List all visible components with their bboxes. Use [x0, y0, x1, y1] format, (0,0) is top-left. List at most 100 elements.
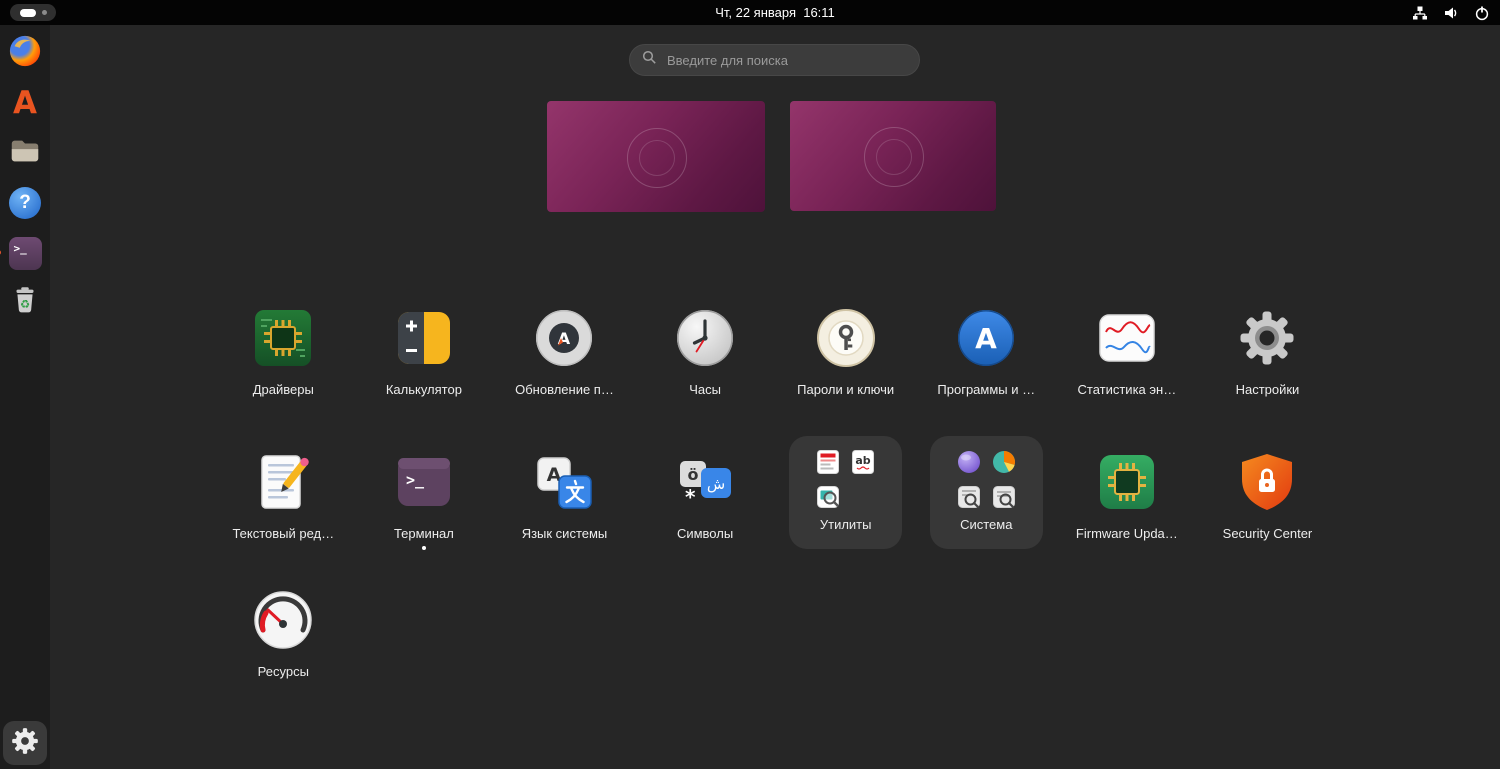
power-statistics-icon	[1095, 306, 1159, 370]
running-indicator-dot	[421, 546, 426, 550]
app-grid-row-2: Текстовый ред… >_ Терминал A Язык систем…	[213, 436, 1338, 582]
dock-item-trash[interactable]: ♻	[6, 284, 44, 322]
clock[interactable]: Чт, 22 января 16:11	[715, 5, 835, 20]
firefox-icon	[8, 34, 42, 73]
trash-icon: ♻	[8, 284, 42, 323]
app-label: Обновление п…	[515, 382, 614, 397]
system-monitor-mini-icon	[991, 484, 1017, 510]
app-settings[interactable]: Настройки	[1197, 306, 1338, 438]
app-software-updater[interactable]: A Обновление п…	[494, 306, 635, 438]
app-label: Терминал	[393, 526, 454, 541]
app-power-statistics[interactable]: Статистика эн…	[1057, 306, 1198, 438]
workspace-indicator[interactable]	[10, 4, 56, 21]
app-label: Драйверы	[252, 382, 314, 397]
terminal-icon: >_	[8, 236, 42, 270]
files-folder-icon	[8, 134, 42, 173]
clocks-icon	[673, 306, 737, 370]
dash-dock: A ? >_ ♻	[0, 25, 50, 769]
workspace-thumbnail-1[interactable]	[547, 101, 765, 212]
resources-gauge-icon	[251, 588, 315, 652]
app-label: Ресурсы	[257, 664, 309, 679]
drivers-icon	[251, 306, 315, 370]
app-grid-row-1: Драйверы Калькулятор A Обновление п… Час…	[213, 306, 1338, 438]
svg-text:♻: ♻	[20, 297, 30, 311]
help-icon: ?	[9, 187, 41, 219]
volume-icon[interactable]	[1443, 5, 1459, 21]
image-viewer-mini-icon	[815, 484, 841, 510]
gnome-activities-overview: Чт, 22 января 16:11 A ? >_ ♻ Введите для…	[0, 0, 1500, 769]
characters-icon: ö ش *	[673, 450, 737, 514]
svg-text:ö: ö	[688, 465, 699, 484]
software-updater-icon: A	[532, 306, 596, 370]
app-label: Текстовый ред…	[232, 526, 335, 541]
app-label: Security Center	[1222, 526, 1313, 541]
app-center-icon: A	[13, 84, 37, 121]
app-label: Калькулятор	[385, 382, 462, 397]
workspace-active-pill	[19, 8, 36, 17]
svg-text:ش: ش	[707, 475, 725, 493]
app-label: Firmware Upda…	[1075, 526, 1178, 541]
network-icon[interactable]	[1412, 5, 1428, 21]
app-calculator[interactable]: Калькулятор	[354, 306, 495, 438]
folder-tile[interactable]: Система	[929, 436, 1043, 549]
folder-preview-grid	[954, 449, 1018, 510]
app-security-center[interactable]: Security Center	[1197, 436, 1338, 582]
dock-item-help[interactable]: ?	[6, 184, 44, 222]
folder-utilities[interactable]: ab Утилиты	[775, 436, 916, 568]
folder-label: Система	[960, 517, 1013, 532]
workspace-thumbnail-2[interactable]	[790, 101, 996, 211]
app-passwords-keys[interactable]: Пароли и ключи	[775, 306, 916, 438]
app-grid-row-3: Ресурсы	[213, 588, 1338, 720]
workspace-inactive-dot	[41, 10, 47, 15]
app-clocks[interactable]: Часы	[635, 306, 776, 438]
folder-label: Утилиты	[819, 517, 872, 532]
dock-item-terminal[interactable]: >_	[0, 234, 44, 272]
app-label: Статистика эн…	[1077, 382, 1177, 397]
app-text-editor[interactable]: Текстовый ред…	[213, 436, 354, 582]
svg-text:A: A	[558, 329, 571, 348]
text-editor-icon	[251, 450, 315, 514]
app-terminal[interactable]: >_ Терминал	[354, 436, 495, 582]
app-resources[interactable]: Ресурсы	[213, 588, 354, 720]
running-indicator-dot	[0, 250, 1, 255]
language-icon: A	[532, 450, 596, 514]
app-language[interactable]: A Язык системы	[494, 436, 635, 582]
svg-text:ab: ab	[856, 454, 871, 467]
folder-system[interactable]: Система	[916, 436, 1057, 568]
show-applications-icon	[10, 726, 40, 761]
app-label: Символы	[676, 526, 734, 541]
app-label: Настройки	[1235, 382, 1300, 397]
svg-text:*: *	[685, 485, 696, 509]
app-label: Часы	[689, 382, 721, 397]
logs-mini-icon	[956, 484, 982, 510]
search-icon	[642, 50, 657, 70]
fonts-mini-icon: ab	[850, 449, 876, 475]
empty-slot	[850, 484, 876, 510]
app-drivers[interactable]: Драйверы	[213, 306, 354, 438]
app-store[interactable]: A Программы и …	[916, 306, 1057, 438]
document-scanner-mini-icon	[815, 449, 841, 475]
top-bar: Чт, 22 января 16:11	[0, 0, 1500, 25]
power-icon[interactable]	[1474, 5, 1490, 21]
settings-gear-icon	[1235, 306, 1299, 370]
disks-mini-icon	[956, 449, 982, 475]
app-store-icon: A	[954, 306, 1018, 370]
svg-text:>_: >_	[406, 471, 425, 489]
app-label: Пароли и ключи	[797, 382, 895, 397]
app-firmware-updater[interactable]: Firmware Upda…	[1057, 436, 1198, 582]
system-tray[interactable]	[1412, 5, 1490, 21]
dock-item-app-center[interactable]: A	[6, 84, 44, 122]
app-label: Программы и …	[937, 382, 1036, 397]
terminal-app-icon: >_	[392, 450, 456, 514]
search-input[interactable]	[665, 51, 907, 69]
firmware-updater-icon	[1095, 450, 1159, 514]
app-characters[interactable]: ö ش * Символы	[635, 436, 776, 582]
security-shield-icon	[1235, 450, 1299, 514]
show-applications-button[interactable]	[3, 721, 47, 765]
dock-item-firefox[interactable]	[6, 34, 44, 72]
app-label: Язык системы	[521, 526, 608, 541]
folder-tile[interactable]: ab Утилиты	[789, 436, 903, 549]
passwords-keys-icon	[814, 306, 878, 370]
dock-item-files[interactable]	[6, 134, 44, 172]
search-bar[interactable]	[629, 44, 920, 76]
